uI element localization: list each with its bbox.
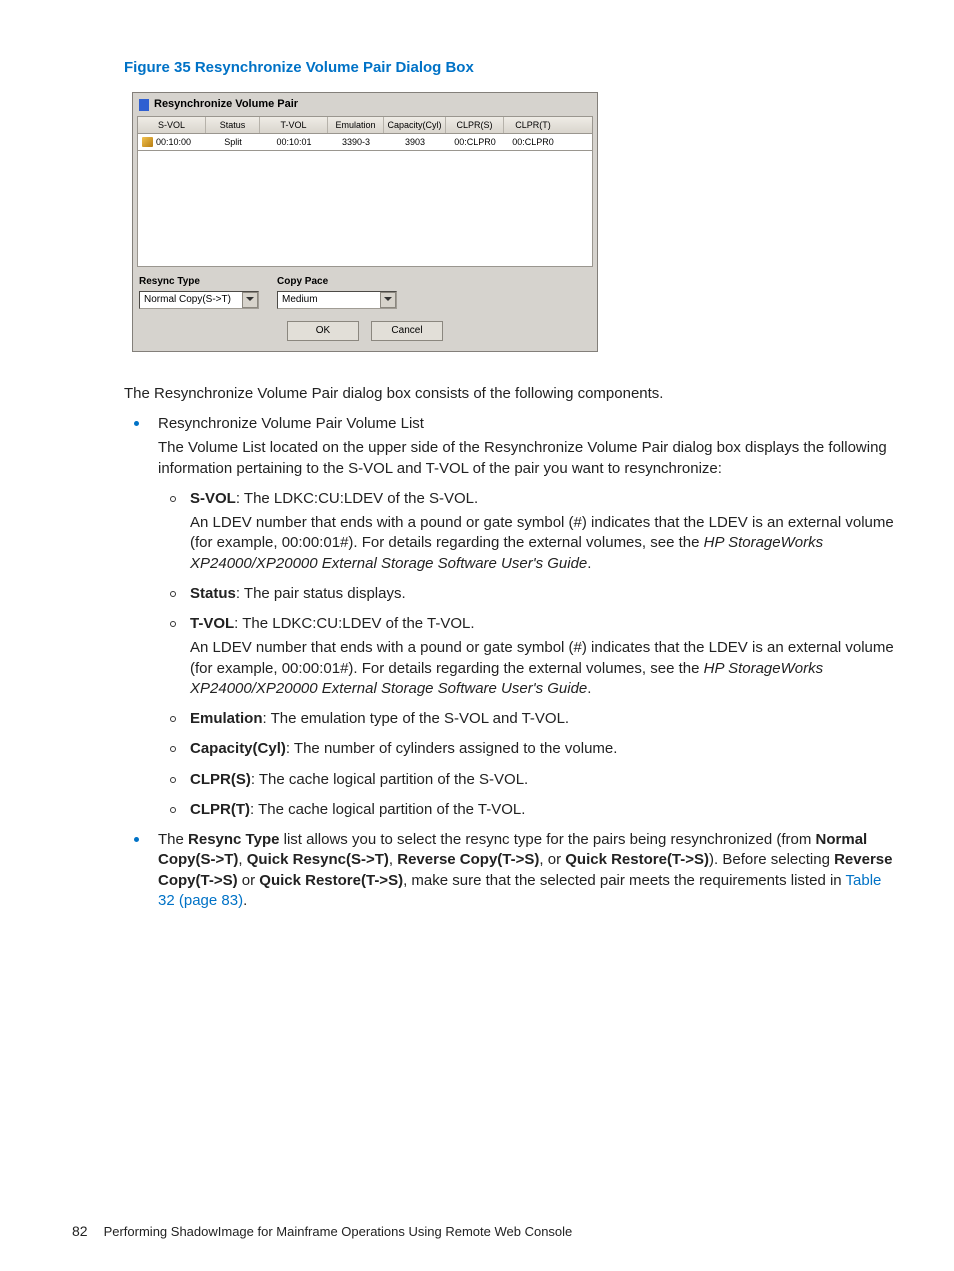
col-clprt[interactable]: CLPR(T) [504, 117, 562, 133]
dialog-icon [139, 99, 149, 111]
list-item: T-VOL: The LDKC:CU:LDEV of the T-VOL. An… [158, 614, 894, 699]
bullet1-desc: The Volume List located on the upper sid… [158, 438, 894, 479]
volume-list-row[interactable]: 00:10:00 Split 00:10:01 3390-3 3903 00:C… [137, 134, 593, 151]
cell-tvol: 00:10:01 [260, 134, 328, 150]
svol-label: S-VOL [190, 490, 236, 507]
footer-text: Performing ShadowImage for Mainframe Ope… [104, 1223, 573, 1241]
page-number: 82 [72, 1222, 88, 1241]
resync-type-group: Resync Type Normal Copy(S->T) [139, 275, 259, 309]
list-item: Capacity(Cyl): The number of cylinders a… [158, 739, 894, 759]
resync-type-value: Normal Copy(S->T) [144, 293, 231, 307]
bullet1-title: Resynchronize Volume Pair Volume List [158, 415, 424, 432]
resync-type-combo[interactable]: Normal Copy(S->T) [139, 291, 259, 309]
cell-clprs: 00:CLPR0 [446, 134, 504, 150]
list-item: Status: The pair status displays. [158, 584, 894, 604]
cell-emu: 3390-3 [328, 134, 384, 150]
col-capacity[interactable]: Capacity(Cyl) [384, 117, 446, 133]
list-item: Emulation: The emulation type of the S-V… [158, 709, 894, 729]
copy-pace-combo[interactable]: Medium [277, 291, 397, 309]
list-item: Resynchronize Volume Pair Volume List Th… [124, 414, 894, 820]
ok-button[interactable]: OK [287, 321, 359, 341]
document-page: Figure 35 Resynchronize Volume Pair Dial… [0, 0, 954, 1271]
copy-pace-label: Copy Pace [277, 275, 397, 289]
tvol-desc: An LDEV number that ends with a pound or… [190, 638, 894, 699]
figure-caption: Figure 35 Resynchronize Volume Pair Dial… [124, 58, 894, 78]
list-item: S-VOL: The LDKC:CU:LDEV of the S-VOL. An… [158, 489, 894, 574]
clprt-label: CLPR(T) [190, 801, 250, 818]
col-tvol[interactable]: T-VOL [260, 117, 328, 133]
col-svol[interactable]: S-VOL [138, 117, 206, 133]
chevron-down-icon[interactable] [242, 292, 258, 308]
cap-label: Capacity(Cyl) [190, 740, 286, 757]
svol-desc: An LDEV number that ends with a pound or… [190, 513, 894, 574]
intro-text: The Resynchronize Volume Pair dialog box… [124, 384, 894, 404]
figure-image: Resynchronize Volume Pair S-VOL Status T… [132, 92, 894, 352]
volume-icon [142, 137, 153, 147]
list-item: CLPR(T): The cache logical partition of … [158, 800, 894, 820]
dialog-title-text: Resynchronize Volume Pair [154, 97, 298, 112]
dialog-titlebar: Resynchronize Volume Pair [133, 93, 597, 116]
copy-pace-value: Medium [282, 293, 318, 307]
status-label: Status [190, 585, 236, 602]
col-clprs[interactable]: CLPR(S) [446, 117, 504, 133]
emu-label: Emulation [190, 710, 263, 727]
cell-cap: 3903 [384, 134, 446, 150]
resync-dialog: Resynchronize Volume Pair S-VOL Status T… [132, 92, 598, 352]
copy-pace-group: Copy Pace Medium [277, 275, 397, 309]
col-status[interactable]: Status [206, 117, 260, 133]
chevron-down-icon[interactable] [380, 292, 396, 308]
resync-type-label: Resync Type [139, 275, 259, 289]
col-emulation[interactable]: Emulation [328, 117, 384, 133]
volume-list: S-VOL Status T-VOL Emulation Capacity(Cy… [133, 116, 597, 267]
cancel-button[interactable]: Cancel [371, 321, 443, 341]
volume-list-empty [137, 151, 593, 267]
cell-clprt: 00:CLPR0 [504, 134, 562, 150]
cell-status: Split [206, 134, 260, 150]
list-item: The Resync Type list allows you to selec… [124, 830, 894, 911]
volume-list-header: S-VOL Status T-VOL Emulation Capacity(Cy… [137, 116, 593, 134]
list-item: CLPR(S): The cache logical partition of … [158, 770, 894, 790]
clprs-label: CLPR(S) [190, 771, 251, 788]
page-footer: 82 Performing ShadowImage for Mainframe … [72, 1222, 572, 1241]
tvol-label: T-VOL [190, 615, 234, 632]
cell-svol: 00:10:00 [138, 134, 206, 150]
